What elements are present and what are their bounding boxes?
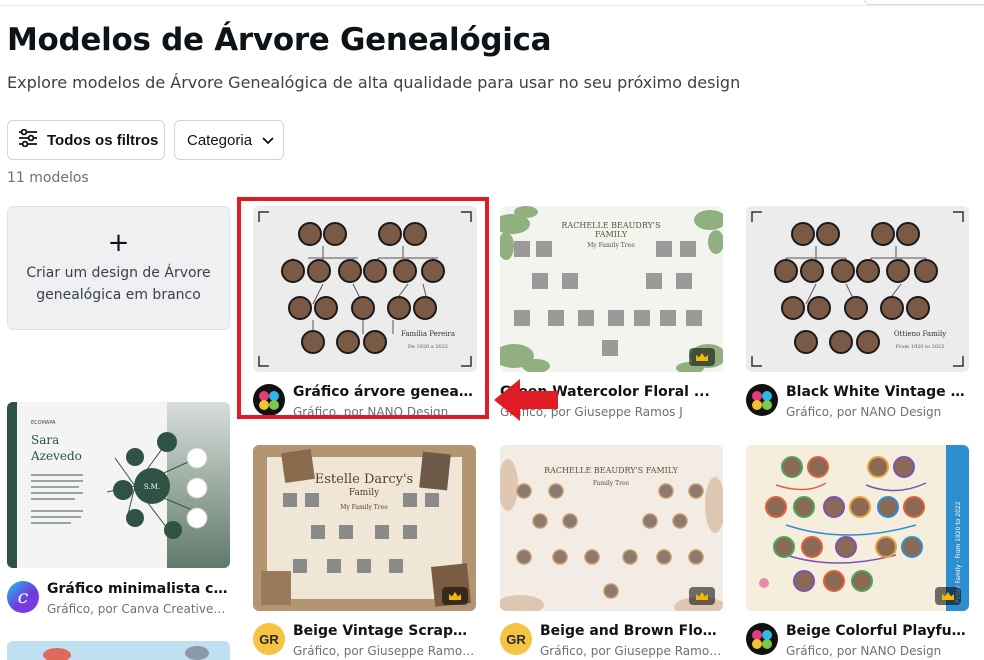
preview-family-name: Família Pereira bbox=[401, 330, 455, 338]
author-avatar-gr: GR bbox=[253, 623, 285, 655]
template-title: Gráfico árvore genealógi... bbox=[293, 384, 475, 400]
preview-name-1: Sara bbox=[31, 433, 59, 447]
top-bar-edge bbox=[0, 0, 984, 6]
nano-design-logo-icon bbox=[746, 384, 778, 416]
family-tree-preview: Família Pereira De 1920 a 2022 bbox=[253, 206, 477, 372]
preview-years: De 1920 a 2022 bbox=[408, 344, 448, 350]
template-thumbnail-8[interactable] bbox=[7, 641, 230, 660]
family-tree-preview: Estelle Darcy's Family My Family Tree bbox=[253, 445, 476, 611]
preview-title: Estelle Darcy's bbox=[315, 472, 413, 487]
nano-design-logo-icon bbox=[746, 623, 778, 655]
template-author: Gráfico, por NANO Design bbox=[293, 405, 449, 419]
family-tree-preview: RACHELLE BEAUDRY'S FAMILY My Family Tree bbox=[500, 206, 723, 372]
template-meta-5[interactable]: GR Beige Vintage Scrapbook ... Gráfico, … bbox=[253, 622, 475, 660]
preview-title: RACHELLE BEAUDRY'S FAMILY bbox=[544, 466, 678, 475]
crown-icon bbox=[935, 587, 961, 605]
preview-label: ECOMAPA bbox=[31, 420, 56, 426]
template-thumbnail-4[interactable]: ECOMAPA Sara Azevedo S.M. bbox=[7, 402, 230, 568]
template-meta-7[interactable]: Beige Colorful Playful Fa... Gráfico, po… bbox=[746, 622, 968, 660]
results-count: 11 modelos bbox=[7, 170, 89, 186]
template-thumbnail-3[interactable]: Ottieno Family From 1920 to 2022 bbox=[746, 206, 969, 372]
family-tree-preview: Ottieno Family From 1920 to 2022 bbox=[746, 206, 969, 372]
template-thumbnail-6[interactable]: RACHELLE BEAUDRY'S FAMILY Family Tree bbox=[500, 445, 723, 611]
all-filters-button[interactable]: Todos os filtros bbox=[7, 120, 165, 160]
template-title: Beige Colorful Playful Fa... bbox=[786, 623, 968, 639]
preview-initials: S.M. bbox=[144, 483, 160, 491]
template-thumbnail-5[interactable]: Estelle Darcy's Family My Family Tree bbox=[253, 445, 476, 611]
family-tree-preview: RACHELLE BEAUDRY'S FAMILY Family Tree bbox=[500, 445, 723, 611]
template-thumbnail-2[interactable]: RACHELLE BEAUDRY'S FAMILY My Family Tree bbox=[500, 206, 723, 372]
template-meta-3[interactable]: Black White Vintage Fami... Gráfico, por… bbox=[746, 383, 968, 421]
chevron-down-icon bbox=[262, 132, 274, 149]
preview-subtitle: My Family Tree bbox=[587, 242, 635, 249]
template-thumbnail-1[interactable]: Família Pereira De 1920 a 2022 bbox=[253, 206, 477, 372]
preview-title: RACHELLE BEAUDRY'S bbox=[561, 221, 660, 230]
crown-icon bbox=[689, 587, 715, 605]
crown-icon bbox=[442, 587, 468, 605]
template-author: Gráfico, por Giuseppe Ramos J bbox=[293, 644, 475, 658]
template-author: Gráfico, por NANO Design bbox=[786, 405, 942, 419]
template-preview-partial bbox=[7, 641, 230, 660]
page-subtitle: Explore modelos de Árvore Genealógica de… bbox=[7, 73, 741, 92]
preview-family-name: Ottieno Family bbox=[894, 330, 946, 338]
template-title: Beige Vintage Scrapbook ... bbox=[293, 623, 475, 639]
crown-icon bbox=[689, 348, 715, 366]
create-blank-design-card[interactable]: + Criar um design de Árvore genealógica … bbox=[7, 206, 230, 330]
category-label: Categoria bbox=[187, 131, 253, 149]
template-author: Gráfico, por Giuseppe Ramos J bbox=[540, 644, 722, 658]
sliders-icon bbox=[18, 128, 38, 151]
template-meta-1[interactable]: Gráfico árvore genealógi... Gráfico, por… bbox=[253, 383, 475, 421]
author-avatar-gr: GR bbox=[500, 623, 532, 655]
preview-title-2: FAMILY bbox=[595, 230, 628, 239]
template-meta-4[interactable]: c Gráfico minimalista cláss... Gráfico, … bbox=[7, 580, 229, 618]
preview-subtitle: My Family Tree bbox=[340, 504, 388, 511]
plus-icon: + bbox=[107, 228, 130, 258]
preview-subtitle: Family Tree bbox=[593, 480, 630, 487]
template-thumbnail-7[interactable]: Pinter Family · From 1920 to 2022 bbox=[746, 445, 969, 611]
preview-name-2: Azevedo bbox=[30, 449, 82, 463]
canva-logo-icon: c bbox=[7, 581, 39, 613]
family-tree-preview: Pinter Family · From 1920 to 2022 bbox=[746, 445, 969, 611]
page-title: Modelos de Árvore Genealógica bbox=[7, 22, 552, 58]
template-meta-6[interactable]: GR Beige and Brown Floral V... Gráfico, … bbox=[500, 622, 722, 660]
template-author: Gráfico, por Canva Creative St... bbox=[47, 602, 229, 616]
category-dropdown[interactable]: Categoria bbox=[174, 120, 284, 160]
ecomap-preview: ECOMAPA Sara Azevedo S.M. bbox=[7, 402, 230, 568]
create-blank-design-label: Criar um design de Árvore genealógica em… bbox=[26, 265, 211, 303]
red-arrow-icon bbox=[494, 379, 558, 421]
template-author: Gráfico, por NANO Design bbox=[786, 644, 942, 658]
template-title: Beige and Brown Floral V... bbox=[540, 623, 722, 639]
preview-title-2: Family bbox=[349, 488, 380, 498]
nano-design-logo-icon bbox=[253, 384, 285, 416]
top-bar-control[interactable] bbox=[864, 0, 984, 5]
template-title: Gráfico minimalista cláss... bbox=[47, 581, 229, 597]
template-title: Black White Vintage Fami... bbox=[786, 384, 968, 400]
preview-years: From 1920 to 2022 bbox=[896, 344, 945, 350]
all-filters-label: Todos os filtros bbox=[47, 131, 159, 149]
